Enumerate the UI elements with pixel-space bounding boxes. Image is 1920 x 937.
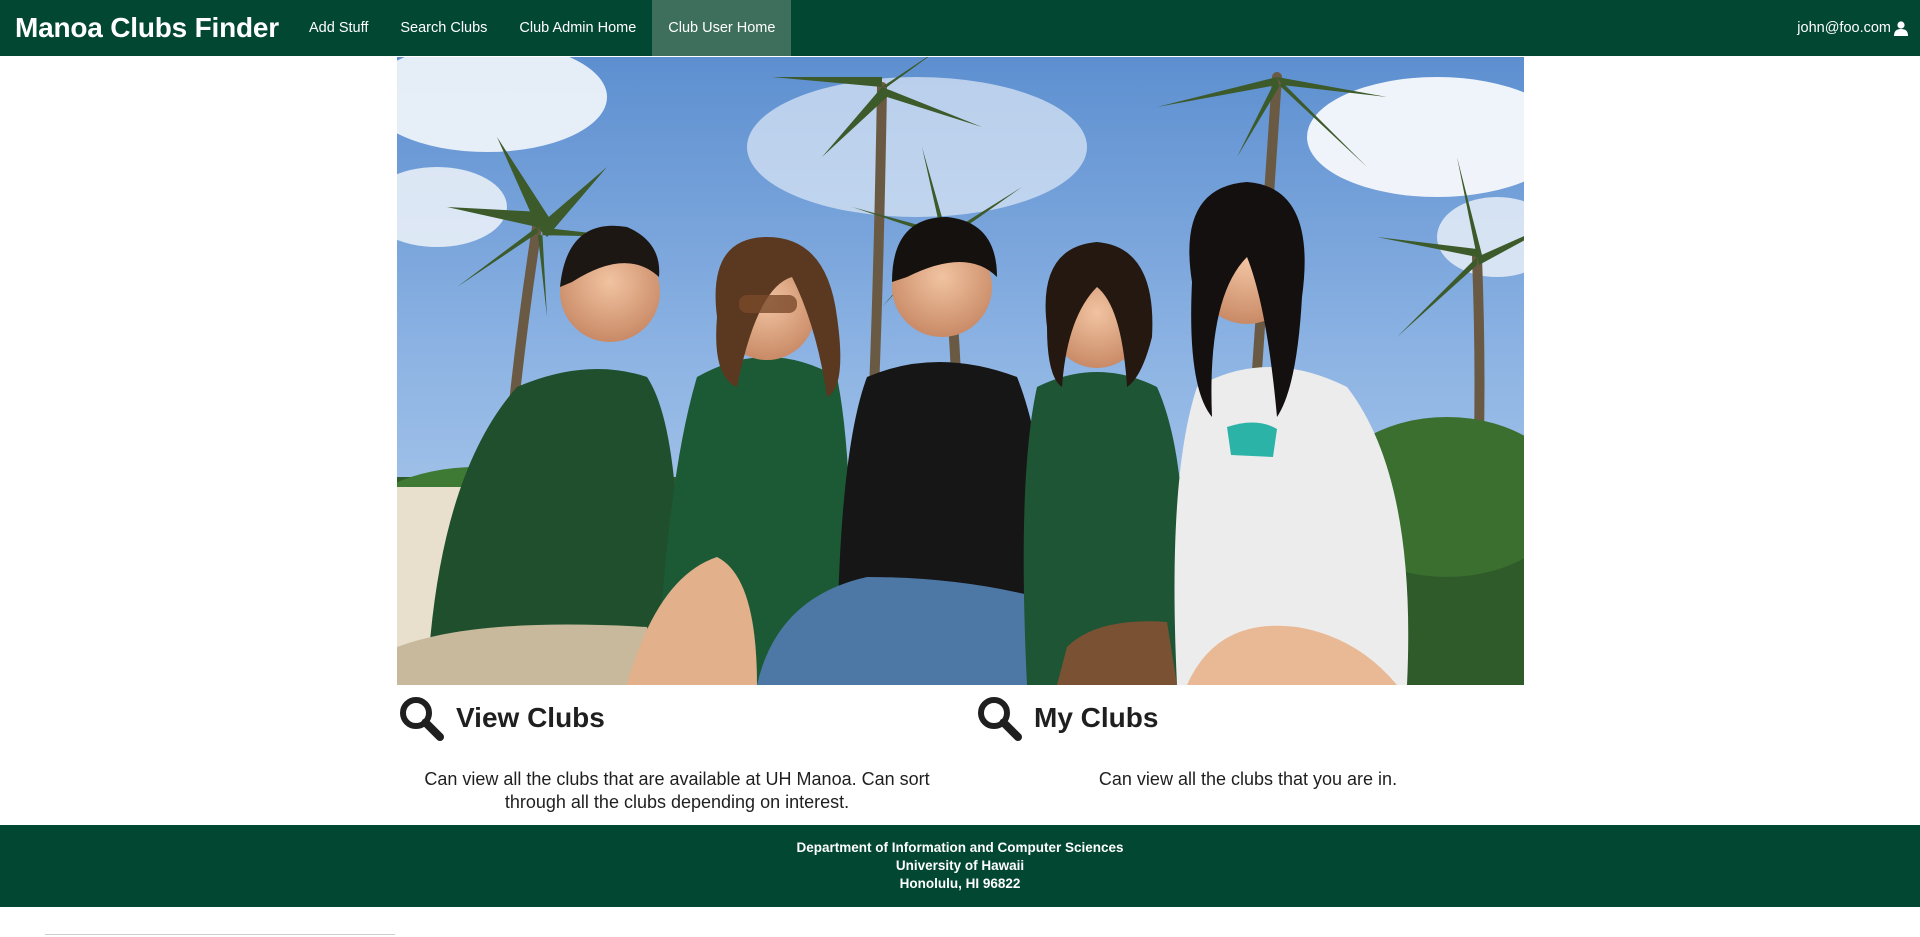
feature-header: My Clubs bbox=[975, 694, 1535, 742]
nav-add-stuff[interactable]: Add Stuff bbox=[293, 0, 384, 56]
nav-search-clubs[interactable]: Search Clubs bbox=[384, 0, 503, 56]
user-email: john@foo.com bbox=[1797, 20, 1891, 36]
students-photo bbox=[397, 57, 1524, 685]
footer-department: Department of Information and Computer S… bbox=[796, 840, 1124, 855]
feature-view-clubs: View Clubs Can view all the clubs that a… bbox=[397, 694, 957, 814]
top-navbar: Manoa Clubs Finder Add Stuff Search Club… bbox=[0, 0, 1920, 56]
user-dropdown[interactable]: john@foo.com bbox=[1781, 0, 1920, 56]
feature-header: View Clubs bbox=[397, 694, 957, 742]
hero-image bbox=[397, 57, 1524, 685]
search-icon bbox=[978, 697, 1022, 741]
search-icon bbox=[400, 697, 444, 741]
divider bbox=[45, 934, 395, 935]
feature-description: Can view all the clubs that are availabl… bbox=[424, 769, 930, 812]
footer-university: University of Hawaii bbox=[895, 858, 1025, 873]
footer-address: Honolulu, HI 96822 bbox=[899, 876, 1021, 891]
feature-title: View Clubs bbox=[456, 702, 605, 733]
feature-my-clubs: My Clubs Can view all the clubs that you… bbox=[975, 694, 1535, 791]
nav-club-user-home[interactable]: Club User Home bbox=[652, 0, 792, 56]
user-icon bbox=[1894, 20, 1908, 36]
brand-link[interactable]: Manoa Clubs Finder bbox=[0, 0, 293, 56]
feature-description: Can view all the clubs that you are in. bbox=[1098, 769, 1398, 789]
feature-title: My Clubs bbox=[1034, 702, 1159, 733]
page-footer: Department of Information and Computer S… bbox=[0, 825, 1920, 907]
nav-club-admin-home[interactable]: Club Admin Home bbox=[503, 0, 652, 56]
